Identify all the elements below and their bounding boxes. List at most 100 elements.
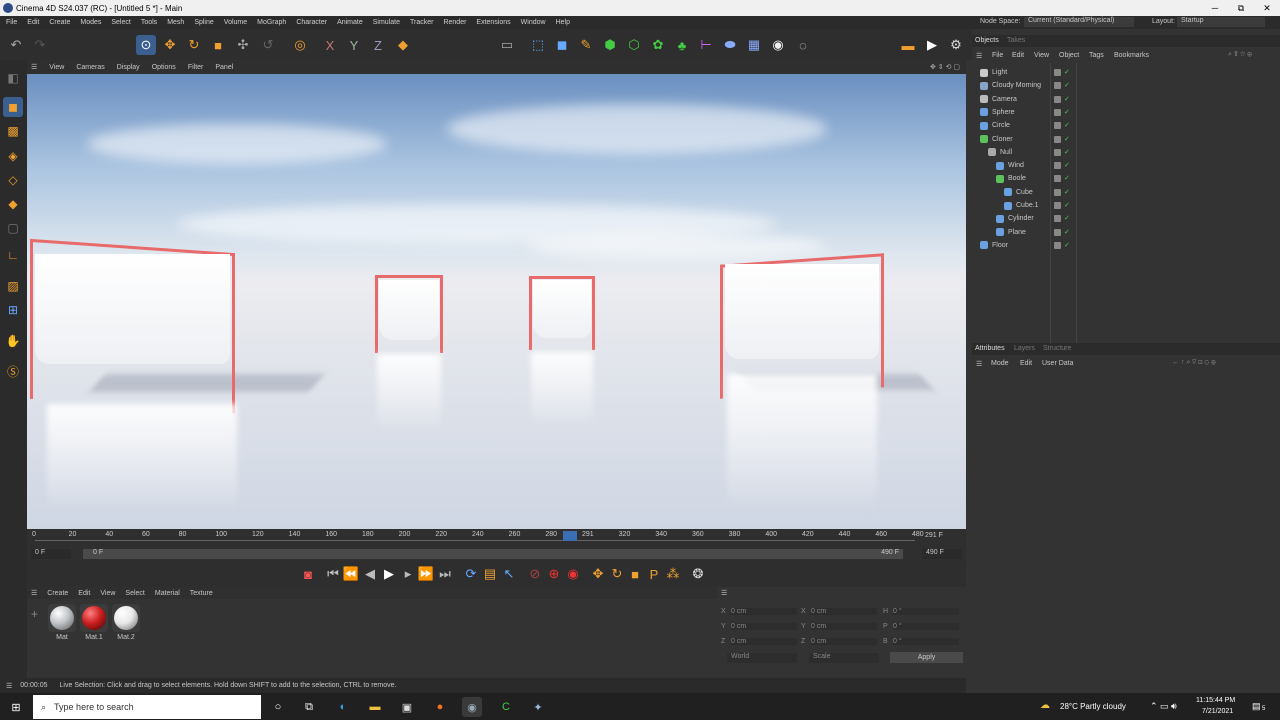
system-tray-icons[interactable]: ⌃ ▭ 🔊︎ — [1150, 701, 1177, 712]
menu-extensions[interactable]: Extensions — [476, 19, 510, 26]
end-frame-field[interactable]: 490 F — [922, 549, 962, 559]
objects-menu-object[interactable]: Object — [1059, 52, 1079, 59]
status-menu-icon[interactable]: ☰ — [6, 682, 12, 690]
material-menu-texture[interactable]: Texture — [190, 590, 213, 597]
size-z-field[interactable]: 0 cm — [811, 638, 877, 645]
object-enabled-check-icon[interactable]: ✓ — [1064, 174, 1070, 182]
coordinate-system-icon[interactable]: ◆ — [393, 35, 413, 55]
material-menu-create[interactable]: Create — [47, 590, 68, 597]
file-explorer-icon[interactable]: ▬ — [365, 697, 385, 717]
task-view-icon[interactable]: ⧉ — [299, 697, 319, 717]
motion-system-icon[interactable]: ❂ — [688, 564, 708, 584]
object-visibility-toggle[interactable] — [1054, 215, 1061, 223]
objects-menu-view[interactable]: View — [1034, 52, 1049, 59]
viewport-menu-cameras[interactable]: Cameras — [76, 64, 104, 71]
add-material-icon[interactable]: + — [31, 607, 38, 621]
layout-dropdown[interactable]: Startup — [1177, 17, 1265, 27]
menu-mesh[interactable]: Mesh — [167, 19, 184, 26]
object-enabled-check-icon[interactable]: ✓ — [1064, 188, 1070, 196]
record-key-icon[interactable]: ◉ — [563, 564, 583, 584]
undo-icon[interactable]: ↶ — [6, 35, 26, 55]
material-menu-view[interactable]: View — [100, 590, 115, 597]
render-region-icon[interactable]: ▬ — [898, 35, 918, 55]
object-row[interactable]: Cloudy Morning — [980, 79, 1041, 92]
minimize-button[interactable]: ─ — [1202, 0, 1228, 16]
menu-create[interactable]: Create — [49, 19, 70, 26]
object-visibility-toggle[interactable] — [1054, 241, 1061, 249]
deformer-icon[interactable]: ⊢ — [696, 35, 716, 55]
field-icon[interactable]: ⬬ — [720, 35, 740, 55]
move-icon[interactable]: ✥ — [160, 35, 180, 55]
object-row[interactable]: Sphere — [980, 106, 1015, 119]
object-row[interactable]: Floor — [980, 239, 1008, 252]
object-enabled-check-icon[interactable]: ✓ — [1064, 68, 1070, 76]
menu-tracker[interactable]: Tracker — [410, 19, 433, 26]
cinema4d-taskbar-icon[interactable]: ◉ — [462, 697, 482, 717]
size-y-field[interactable]: 0 cm — [811, 623, 877, 630]
menu-modes[interactable]: Modes — [80, 19, 101, 26]
play-icon[interactable]: ▶ — [379, 564, 399, 584]
start-frame-field[interactable]: 0 F — [31, 549, 71, 559]
z-axis-lock-icon[interactable]: Z — [368, 35, 388, 55]
attributes-nav-icons[interactable]: ← ↑ ⌕ ⊽ ⊡ ⊙ ⊕ — [1172, 359, 1216, 367]
floor-environment-icon[interactable]: ▦ — [744, 35, 764, 55]
attributes-menu-userdata[interactable]: User Data — [1042, 360, 1074, 367]
object-row[interactable]: Camera — [980, 93, 1017, 106]
viewport-navigation-icons[interactable]: ✥ ⇕ ⟲ ▢ — [930, 63, 960, 71]
y-axis-lock-icon[interactable]: Y — [344, 35, 364, 55]
material-menu-select[interactable]: Select — [125, 590, 144, 597]
make-editable-icon[interactable]: ◧ — [3, 68, 23, 88]
extrude-icon[interactable]: ⬡ — [624, 35, 644, 55]
key-pla-icon[interactable]: ⁂ — [663, 564, 683, 584]
rot-p-field[interactable]: 0 ° — [893, 623, 959, 630]
object-enabled-check-icon[interactable]: ✓ — [1064, 135, 1070, 143]
object-row[interactable]: Cloner — [980, 133, 1013, 146]
pos-x-field[interactable]: 0 cm — [731, 608, 797, 615]
rot-b-field[interactable]: 0 ° — [893, 638, 959, 645]
object-visibility-toggle[interactable] — [1054, 69, 1061, 76]
firefox-icon[interactable]: ● — [430, 697, 450, 717]
loop-icon[interactable]: ⟳ — [461, 564, 481, 584]
object-visibility-toggle[interactable] — [1054, 162, 1061, 170]
object-enabled-check-icon[interactable]: ✓ — [1064, 161, 1070, 169]
object-row[interactable]: Null — [980, 146, 1012, 159]
object-visibility-toggle[interactable] — [1054, 228, 1061, 236]
current-frame-field[interactable]: 291 F — [925, 532, 943, 539]
pos-y-field[interactable]: 0 cm — [731, 623, 797, 630]
cortana-icon[interactable]: ○ — [268, 697, 288, 717]
menu-mograph[interactable]: MoGraph — [257, 19, 286, 26]
clock-time[interactable]: 11:15:44 PM — [1196, 697, 1235, 704]
object-row[interactable]: Cube — [980, 186, 1033, 199]
next-frame-icon[interactable]: ▸ — [398, 564, 418, 584]
object-enabled-check-icon[interactable]: ✓ — [1064, 121, 1070, 129]
viewport-menu-icon[interactable]: ☰ — [31, 63, 37, 71]
viewport-solo-icon[interactable]: ▭ — [497, 35, 517, 55]
x-axis-lock-icon[interactable]: X — [320, 35, 340, 55]
viewport-menu-filter[interactable]: Filter — [188, 64, 204, 71]
object-enabled-check-icon[interactable]: ✓ — [1064, 241, 1070, 249]
objects-menu-bookmarks[interactable]: Bookmarks — [1114, 52, 1149, 59]
material-menu-icon[interactable]: ☰ — [31, 589, 37, 597]
tab-layers[interactable]: Layers — [1014, 345, 1035, 352]
coords-menu-icon[interactable]: ☰ — [721, 589, 727, 597]
notifications-icon[interactable]: ▤ — [1252, 701, 1261, 712]
camera-icon[interactable]: ◉ — [768, 35, 788, 55]
cube-object-icon[interactable]: ◼ — [552, 35, 572, 55]
prev-key-icon[interactable]: ⏪ — [341, 564, 361, 584]
tab-structure[interactable]: Structure — [1043, 345, 1071, 352]
pen-spline-icon[interactable]: ✎ — [576, 35, 596, 55]
pos-z-field[interactable]: 0 cm — [731, 638, 797, 645]
store-icon[interactable]: ▣ — [397, 697, 417, 717]
cloner-icon[interactable]: ✿ — [648, 35, 668, 55]
attributes-menu-edit[interactable]: Edit — [1020, 360, 1032, 367]
object-row[interactable]: Cube.1 — [980, 199, 1039, 212]
tab-objects[interactable]: Objects — [975, 37, 999, 44]
menu-file[interactable]: File — [6, 19, 17, 26]
object-visibility-toggle[interactable] — [1054, 148, 1061, 156]
attributes-menu-mode[interactable]: Mode — [991, 360, 1009, 367]
timeline-playhead[interactable] — [562, 531, 577, 541]
size-x-field[interactable]: 0 cm — [811, 608, 877, 615]
edge-icon[interactable]: ◐ — [333, 697, 353, 717]
polygons-mode-icon[interactable]: ◆ — [3, 194, 23, 214]
edges-mode-icon[interactable]: ◇ — [3, 170, 23, 190]
